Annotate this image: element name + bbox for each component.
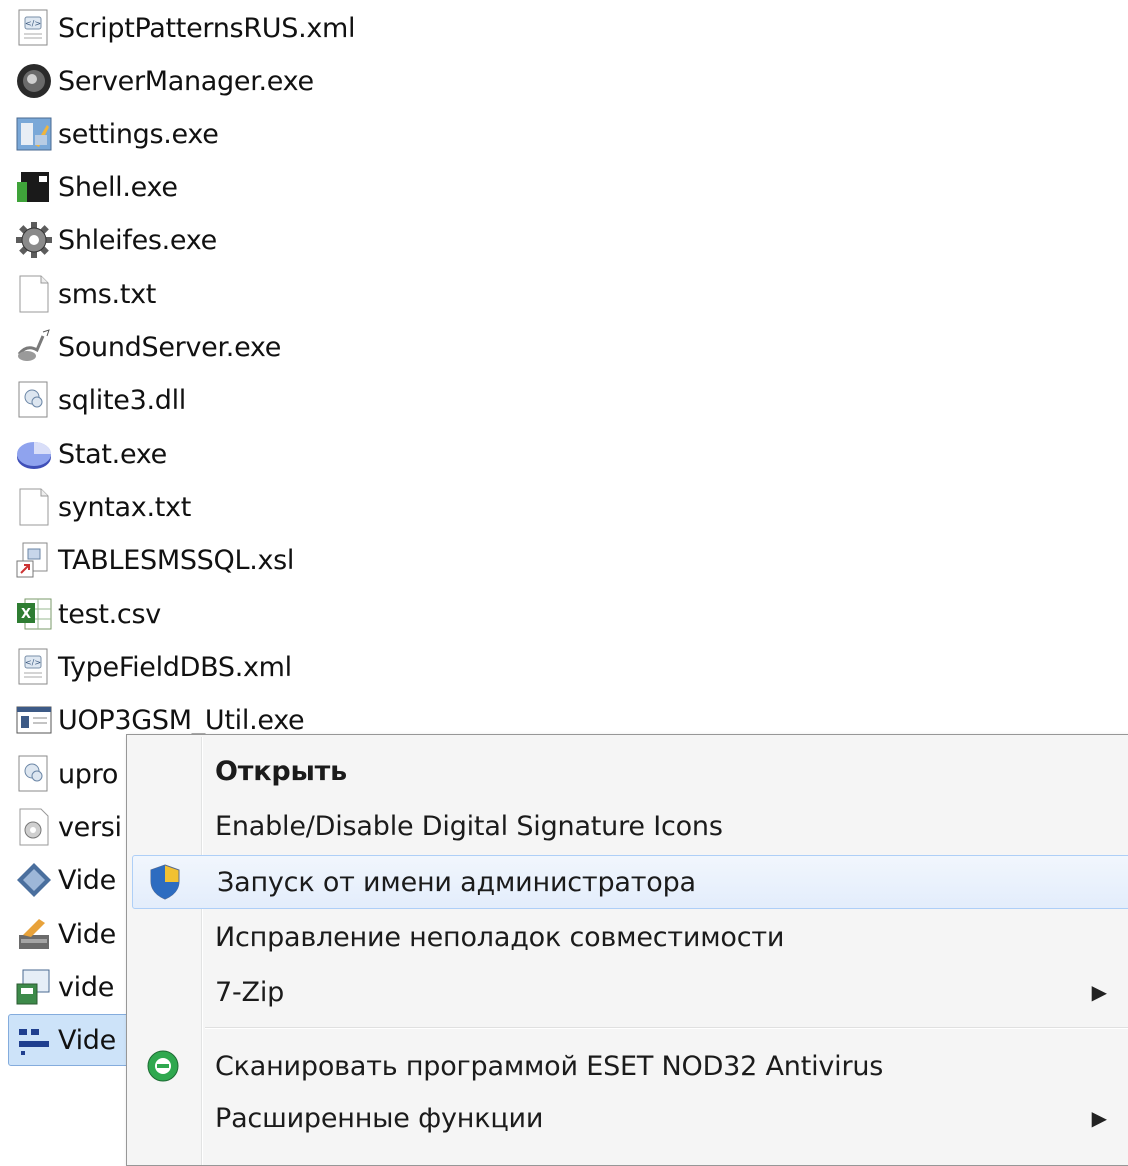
list-item[interactable]: sms.txt bbox=[14, 269, 156, 319]
file-name: SoundServer.exe bbox=[58, 331, 282, 363]
menu-item-label: Исправление неполадок совместимости bbox=[215, 921, 785, 953]
list-item[interactable]: vide bbox=[14, 962, 114, 1012]
file-name: versi bbox=[58, 811, 122, 843]
xml-file-icon: </> bbox=[14, 647, 54, 687]
file-name: settings.exe bbox=[58, 118, 219, 150]
dll-file-icon bbox=[14, 380, 54, 420]
text-file-icon bbox=[14, 487, 54, 527]
list-item[interactable]: upro bbox=[14, 749, 118, 799]
svg-text:</>: </> bbox=[25, 19, 41, 28]
file-name: upro bbox=[58, 758, 119, 790]
menu-item-compatibility[interactable]: Исправление неполадок совместимости bbox=[131, 911, 1128, 963]
file-name: ScriptPatternsRUS.xml bbox=[58, 12, 356, 44]
list-item[interactable]: X test.csv bbox=[14, 589, 161, 639]
file-name: UOP3GSM_Util.exe bbox=[58, 704, 305, 736]
list-item[interactable]: settings.exe bbox=[14, 109, 219, 159]
diamond-app-icon bbox=[14, 860, 54, 900]
window-app-icon bbox=[14, 700, 54, 740]
list-item[interactable]: sqlite3.dll bbox=[14, 375, 186, 425]
shell-app-icon bbox=[14, 167, 54, 207]
file-name: TypeFieldDBS.xml bbox=[58, 651, 292, 683]
file-name: Vide bbox=[58, 864, 116, 896]
menu-item-label: Запуск от имени администратора bbox=[217, 866, 696, 898]
file-name: syntax.txt bbox=[58, 491, 192, 523]
menu-item-digital-signature[interactable]: Enable/Disable Digital Signature Icons bbox=[131, 800, 1128, 852]
pie-chart-icon bbox=[14, 434, 54, 474]
submenu-arrow-icon: ▶ bbox=[1091, 980, 1107, 1004]
list-item[interactable]: </> TypeFieldDBS.xml bbox=[14, 642, 292, 692]
menu-item-eset-scan[interactable]: Сканировать программой ESET NOD32 Antivi… bbox=[131, 1040, 1128, 1092]
file-name: Vide bbox=[58, 918, 116, 950]
eset-nod32-icon bbox=[143, 1046, 183, 1086]
menu-item-label: Сканировать программой ESET NOD32 Antivi… bbox=[215, 1050, 884, 1082]
menu-item-label: Enable/Disable Digital Signature Icons bbox=[215, 810, 723, 842]
list-item[interactable]: ServerManager.exe bbox=[14, 56, 314, 106]
file-name: Vide bbox=[58, 1024, 116, 1056]
server-manager-icon bbox=[14, 61, 54, 101]
uac-shield-icon bbox=[145, 862, 185, 902]
file-name: test.csv bbox=[58, 598, 161, 630]
video-setup-icon bbox=[14, 967, 54, 1007]
video-tool-icon bbox=[14, 914, 54, 954]
excel-csv-icon: X bbox=[14, 594, 54, 634]
svg-text:</>: </> bbox=[25, 658, 41, 667]
menu-item-label: Открыть bbox=[215, 755, 347, 787]
dll-file-icon bbox=[14, 754, 54, 794]
file-name: sms.txt bbox=[58, 278, 157, 310]
menu-item-label: 7-Zip bbox=[215, 976, 285, 1008]
file-name: Shleifes.exe bbox=[58, 224, 217, 256]
list-item[interactable]: TABLESMSSQL.xsl bbox=[14, 535, 294, 585]
xml-file-icon: </> bbox=[14, 8, 54, 48]
list-item[interactable]: Shleifes.exe bbox=[14, 215, 217, 265]
context-menu: Открыть Enable/Disable Digital Signature… bbox=[126, 734, 1128, 1166]
submenu-arrow-icon: ▶ bbox=[1091, 1106, 1107, 1130]
list-item[interactable]: SoundServer.exe bbox=[14, 322, 281, 372]
menu-separator bbox=[205, 1027, 1128, 1029]
file-name: sqlite3.dll bbox=[58, 384, 187, 416]
sound-server-icon bbox=[14, 327, 54, 367]
gear-icon bbox=[14, 220, 54, 260]
list-item[interactable]: </> ScriptPatternsRUS.xml bbox=[14, 3, 356, 53]
menu-item-7zip[interactable]: 7-Zip ▶ bbox=[131, 966, 1128, 1018]
list-item[interactable]: syntax.txt bbox=[14, 482, 191, 532]
list-item-selected[interactable]: Vide bbox=[8, 1014, 137, 1066]
xsl-shortcut-icon bbox=[14, 540, 54, 580]
file-name: vide bbox=[58, 971, 115, 1003]
list-item[interactable]: Stat.exe bbox=[14, 429, 167, 479]
menu-item-open[interactable]: Открыть bbox=[131, 745, 1128, 797]
menu-item-run-as-admin[interactable]: Запуск от имени администратора bbox=[132, 855, 1128, 909]
text-file-icon bbox=[14, 274, 54, 314]
file-name: Shell.exe bbox=[58, 171, 178, 203]
menu-item-advanced[interactable]: Расширенные функции ▶ bbox=[131, 1092, 1128, 1144]
list-item[interactable]: Vide bbox=[14, 855, 116, 905]
list-item[interactable]: versi bbox=[14, 802, 122, 852]
list-item[interactable]: Vide bbox=[14, 909, 116, 959]
settings-app-icon bbox=[14, 114, 54, 154]
svg-text:X: X bbox=[21, 607, 31, 622]
file-name: Stat.exe bbox=[58, 438, 167, 470]
menu-item-label: Расширенные функции bbox=[215, 1102, 544, 1134]
file-name: ServerManager.exe bbox=[58, 65, 314, 97]
file-name: TABLESMSSQL.xsl bbox=[58, 544, 295, 576]
video-app-icon bbox=[14, 1020, 54, 1060]
config-file-icon bbox=[14, 807, 54, 847]
list-item[interactable]: Shell.exe bbox=[14, 162, 178, 212]
